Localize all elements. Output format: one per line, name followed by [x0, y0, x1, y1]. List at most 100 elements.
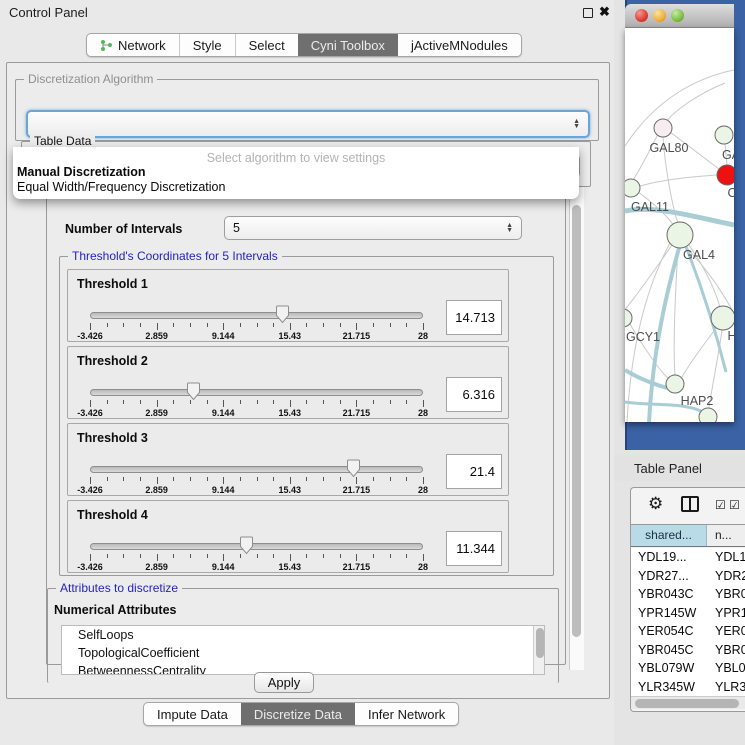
cell-shared-name[interactable]: YBL079W	[631, 659, 707, 678]
table-row[interactable]: YER054CYER0	[631, 622, 745, 641]
tab-select[interactable]: Select	[235, 34, 298, 56]
close-icon[interactable]: ✖	[599, 4, 610, 20]
numerical-attributes-list[interactable]: SelfLoopsTopologicalCoefficientBetweenne…	[61, 625, 545, 675]
cell-name[interactable]: YPR1	[707, 604, 745, 623]
cell-shared-name[interactable]: YLR345W	[631, 678, 707, 697]
threshold-3-slider[interactable]: -3.4262.8599.14415.4321.71528	[90, 462, 423, 494]
minimize-traffic-icon[interactable]	[653, 9, 666, 22]
cell-shared-name[interactable]: YER054C	[631, 622, 707, 641]
network-node[interactable]	[715, 126, 733, 144]
network-node[interactable]	[625, 179, 640, 197]
cell-name[interactable]: YBL0	[707, 659, 745, 678]
slider-handle[interactable]	[239, 536, 254, 555]
cell-name[interactable]: YLR3	[707, 678, 745, 697]
tick-label: 15.43	[265, 562, 315, 572]
cell-shared-name[interactable]: YDR27...	[631, 567, 707, 586]
node-label: H	[727, 329, 734, 343]
tick-label: -3.426	[65, 485, 115, 495]
network-node[interactable]	[625, 309, 632, 327]
tab-impute-data[interactable]: Impute Data	[144, 703, 241, 725]
checkbox-icon[interactable]: ☑	[729, 498, 740, 512]
table-row[interactable]: YBL079WYBL0	[631, 659, 745, 678]
table-row[interactable]: YBR045CYBR0	[631, 641, 745, 660]
cell-name[interactable]: YDR2	[707, 567, 745, 586]
table-row[interactable]: YDL19...YDL1	[631, 548, 745, 567]
scrollbar-thumb[interactable]	[572, 205, 581, 637]
scrollbar-thumb[interactable]	[635, 699, 739, 708]
split-columns-icon[interactable]	[681, 496, 699, 512]
network-node[interactable]	[667, 222, 693, 248]
num-intervals-combobox[interactable]: 5 ▲▼	[224, 216, 522, 240]
slider-handle[interactable]	[186, 382, 201, 401]
slider-track[interactable]	[90, 466, 423, 473]
cell-shared-name[interactable]: YBR045C	[631, 641, 707, 660]
cell-name[interactable]: YBR0	[707, 585, 745, 604]
node-label: GAL80	[650, 141, 689, 155]
slider-track[interactable]	[90, 312, 423, 319]
tab-label: Style	[193, 38, 222, 53]
panel-title: Control Panel	[9, 5, 88, 20]
slider-handle[interactable]	[275, 305, 290, 324]
threshold-4-value[interactable]: 11.344	[446, 531, 502, 566]
spinner-arrows-icon: ▲▼	[573, 119, 580, 129]
table-row[interactable]: YDR27...YDR2	[631, 567, 745, 586]
tick-label: 28	[398, 331, 448, 341]
threshold-1-slider[interactable]: -3.4262.8599.14415.4321.71528	[90, 308, 423, 340]
threshold-1-value[interactable]: 14.713	[446, 300, 502, 335]
cell-shared-name[interactable]: YBR043C	[631, 585, 707, 604]
gear-icon[interactable]: ⚙	[648, 494, 663, 514]
slider-handle[interactable]	[346, 459, 361, 478]
table-row[interactable]: YLR345WYLR3	[631, 678, 745, 697]
node-label: GCY1	[626, 330, 660, 344]
attributes-scrollbar[interactable]	[533, 626, 544, 675]
dropdown-option[interactable]: Equal Width/Frequency Discretization	[16, 180, 571, 194]
checkbox-icon[interactable]: ☑	[715, 498, 726, 512]
network-icon	[100, 39, 113, 52]
float-window-icon[interactable]	[583, 8, 593, 18]
cell-shared-name[interactable]: YPR145W	[631, 604, 707, 623]
slider-track[interactable]	[90, 389, 423, 396]
tick-label: 28	[398, 562, 448, 572]
cell-name[interactable]: YER0	[707, 622, 745, 641]
column-header-shared-name[interactable]: shared...	[631, 525, 707, 546]
network-node[interactable]	[711, 306, 734, 330]
network-node[interactable]	[699, 408, 717, 422]
threshold-2-value[interactable]: 6.316	[446, 377, 502, 412]
table-row[interactable]: YPR145WYPR1	[631, 604, 745, 623]
table-row[interactable]: YBR043CYBR0	[631, 585, 745, 604]
tab-jactivemnodules[interactable]: jActiveMNodules	[398, 34, 521, 56]
tab-discretize-data[interactable]: Discretize Data	[241, 703, 355, 725]
attribute-item[interactable]: SelfLoops	[62, 626, 544, 644]
cell-name[interactable]: YBR0	[707, 641, 745, 660]
threshold-3-value[interactable]: 21.4	[446, 454, 502, 489]
cell-name[interactable]: YDL1	[707, 548, 745, 567]
table-body: YDL19...YDL1YDR27...YDR2YBR043CYBR0YPR14…	[631, 548, 745, 696]
network-node[interactable]	[654, 119, 672, 137]
algorithm-combobox[interactable]: ▲▼	[26, 110, 590, 138]
close-traffic-icon[interactable]	[635, 9, 648, 22]
network-node[interactable]	[717, 165, 734, 185]
scrollbar-thumb[interactable]	[536, 628, 544, 658]
network-window-titlebar[interactable]	[625, 4, 734, 28]
tick-label: 21.715	[331, 408, 381, 418]
panel-scrollbar[interactable]	[569, 187, 584, 670]
threshold-4-slider[interactable]: -3.4262.8599.14415.4321.71528	[90, 539, 423, 571]
network-node[interactable]	[666, 375, 684, 393]
tab-style[interactable]: Style	[179, 34, 235, 56]
cell-shared-name[interactable]: YDL19...	[631, 548, 707, 567]
attribute-item[interactable]: TopologicalCoefficient	[62, 644, 544, 662]
tab-network[interactable]: Network	[87, 34, 179, 56]
apply-button[interactable]: Apply	[254, 672, 314, 693]
dropdown-option[interactable]: Manual Discretization	[16, 165, 571, 179]
tick-label: -3.426	[65, 408, 115, 418]
network-canvas[interactable]: GAL80GACGAL11GAL4GCY1HHAP2	[625, 28, 734, 422]
zoom-traffic-icon[interactable]	[671, 9, 684, 22]
slider-track[interactable]	[90, 543, 423, 550]
top-tabbar: Network Style Select Cyni Toolbox jActiv…	[86, 33, 522, 57]
threshold-2-slider[interactable]: -3.4262.8599.14415.4321.71528	[90, 385, 423, 417]
slider-tick-labels: -3.4262.8599.14415.4321.71528	[90, 408, 423, 418]
tab-cyni-toolbox[interactable]: Cyni Toolbox	[298, 34, 398, 56]
tab-infer-network[interactable]: Infer Network	[355, 703, 458, 725]
table-hscrollbar[interactable]	[631, 696, 745, 709]
column-header-name[interactable]: n...	[707, 525, 745, 546]
